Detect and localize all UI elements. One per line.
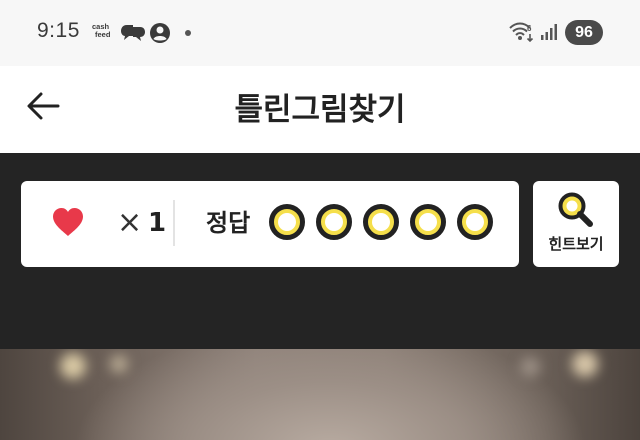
notification-dot-icon	[185, 30, 191, 36]
bokeh-light	[572, 351, 598, 377]
status-bar: 9:15 cash feed 6 96	[0, 0, 640, 66]
wifi-6-icon: 6	[509, 22, 534, 42]
divider	[173, 200, 175, 246]
bokeh-light	[520, 357, 540, 377]
life-count: 1	[148, 208, 167, 238]
answer-label: 정답	[206, 209, 251, 237]
answer-slot	[269, 204, 305, 240]
cashfeed-icon-line2: feed	[95, 30, 111, 39]
account-icon	[150, 23, 170, 43]
answer-slots	[269, 204, 493, 240]
bokeh-light	[110, 355, 128, 373]
game-status-bar: × 1 정답 힌트보기	[0, 153, 640, 349]
cashfeed-icon: cash feed	[92, 23, 110, 39]
heart-icon	[53, 208, 83, 236]
page-title: 틀린그림찾기	[234, 92, 406, 128]
signal-icon	[541, 24, 557, 40]
answer-slot	[410, 204, 446, 240]
status-time: 9:15	[37, 19, 80, 42]
puzzle-image[interactable]	[0, 349, 640, 440]
app-header: 틀린그림찾기	[0, 66, 640, 153]
hint-button[interactable]: 힌트보기	[533, 181, 619, 267]
svg-text:6: 6	[527, 24, 532, 33]
bokeh-light	[60, 353, 86, 379]
chat-bubble-icon	[121, 25, 145, 41]
status-card: × 1 정답	[21, 181, 519, 267]
answer-slot	[363, 204, 399, 240]
battery-level-badge: 96	[565, 20, 603, 45]
answer-slot	[316, 204, 352, 240]
answer-slot	[457, 204, 493, 240]
magnifier-icon	[558, 192, 593, 227]
times-icon: ×	[117, 205, 143, 240]
hint-label: 힌트보기	[548, 235, 604, 253]
